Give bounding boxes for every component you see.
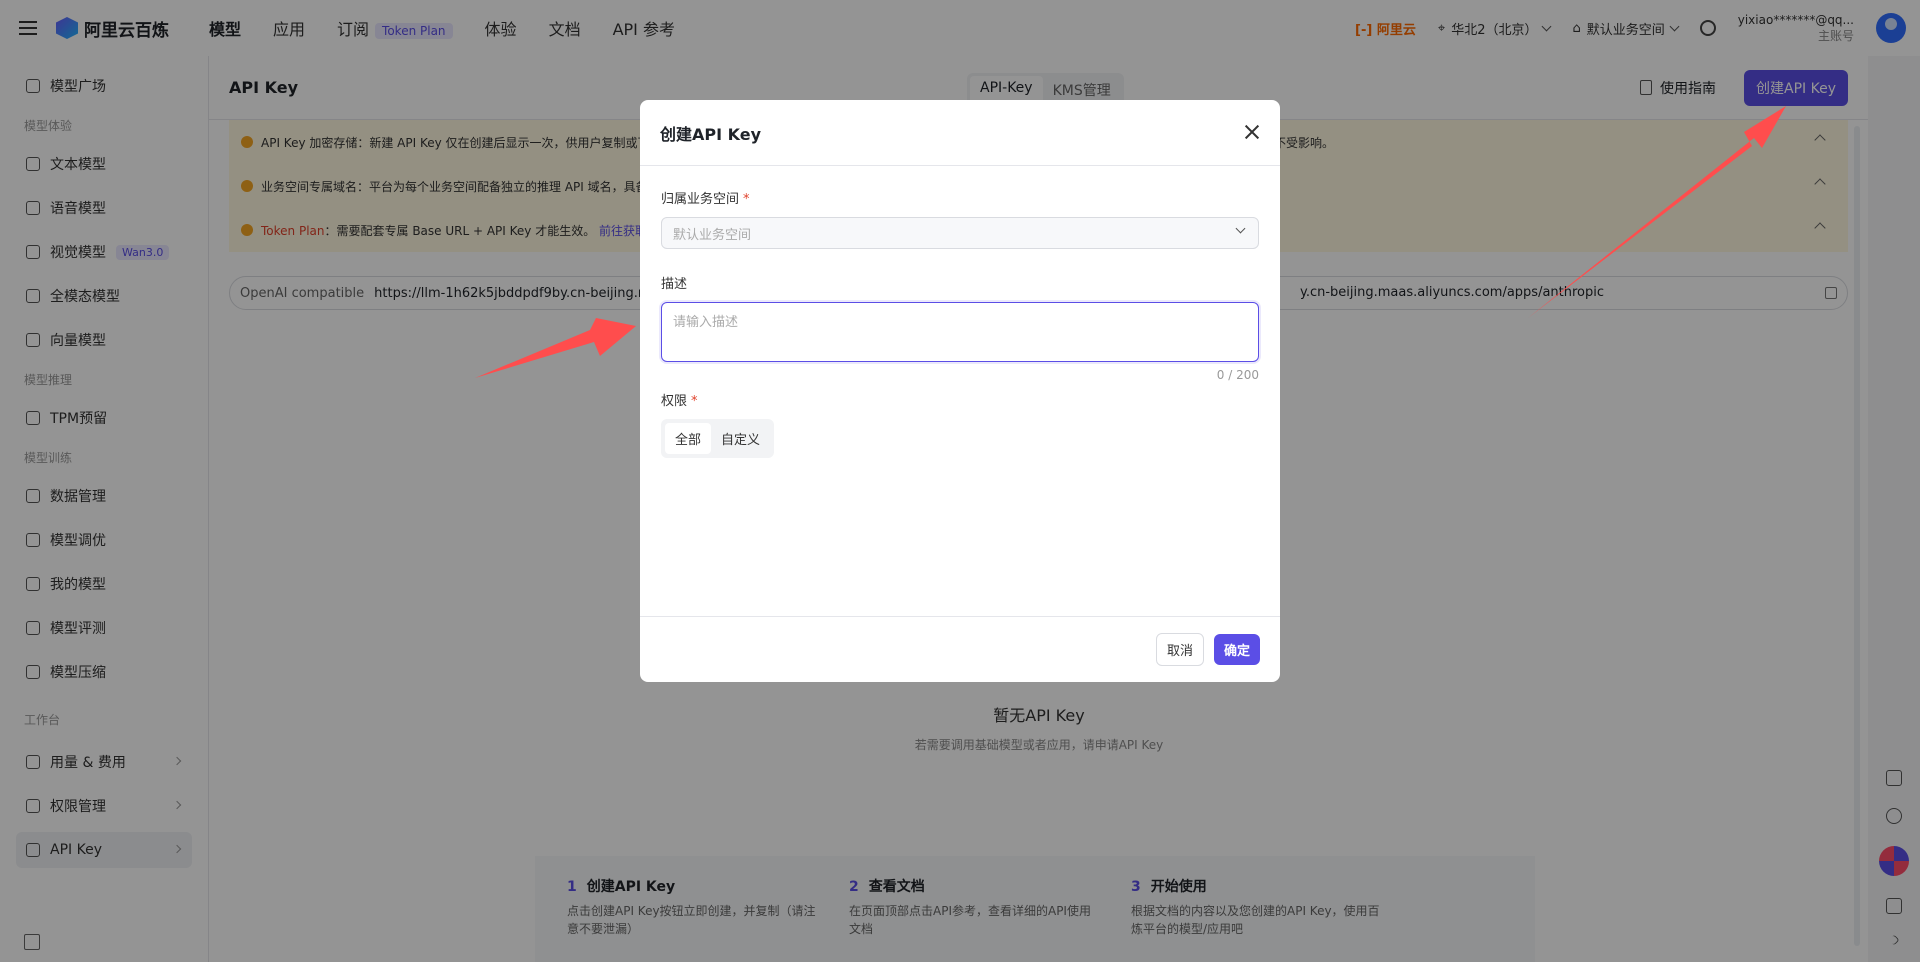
dialog-footer: 取消 确定 (640, 616, 1280, 682)
permission-all[interactable]: 全部 (665, 423, 712, 454)
dialog-title: 创建API Key (660, 124, 762, 144)
confirm-button[interactable]: 确定 (1213, 634, 1260, 665)
cancel-button[interactable]: 取消 (1155, 633, 1204, 666)
description-input[interactable] (661, 302, 1259, 362)
workspace-field-label: 归属业务空间 * (661, 188, 1259, 207)
description-field-label: 描述 (661, 277, 688, 292)
workspace-select[interactable]: 默认业务空间 (661, 217, 1259, 249)
dialog-header: 创建API Key (640, 100, 1280, 166)
workspace-label-text: 归属业务空间 (661, 192, 740, 207)
required-mark: * (743, 192, 750, 207)
chevron-down-icon (1235, 223, 1246, 234)
required-mark: * (691, 394, 698, 409)
close-icon[interactable] (1244, 124, 1260, 140)
permission-radio-group: 全部 自定义 (661, 419, 775, 458)
create-api-key-dialog: 创建API Key 归属业务空间* 默认业务空间 描述 0 / 200 权限* … (640, 100, 1280, 682)
permission-custom[interactable]: 自定义 (711, 423, 770, 454)
char-counter: 0 / 200 (1216, 368, 1259, 382)
permission-label-text: 权限 (661, 394, 688, 409)
workspace-select-value: 默认业务空间 (673, 227, 752, 243)
dialog-body: 归属业务空间* 默认业务空间 描述 0 / 200 权限* 全部 自定义 (640, 166, 1280, 458)
permission-field-label: 权限 * (661, 390, 1259, 409)
